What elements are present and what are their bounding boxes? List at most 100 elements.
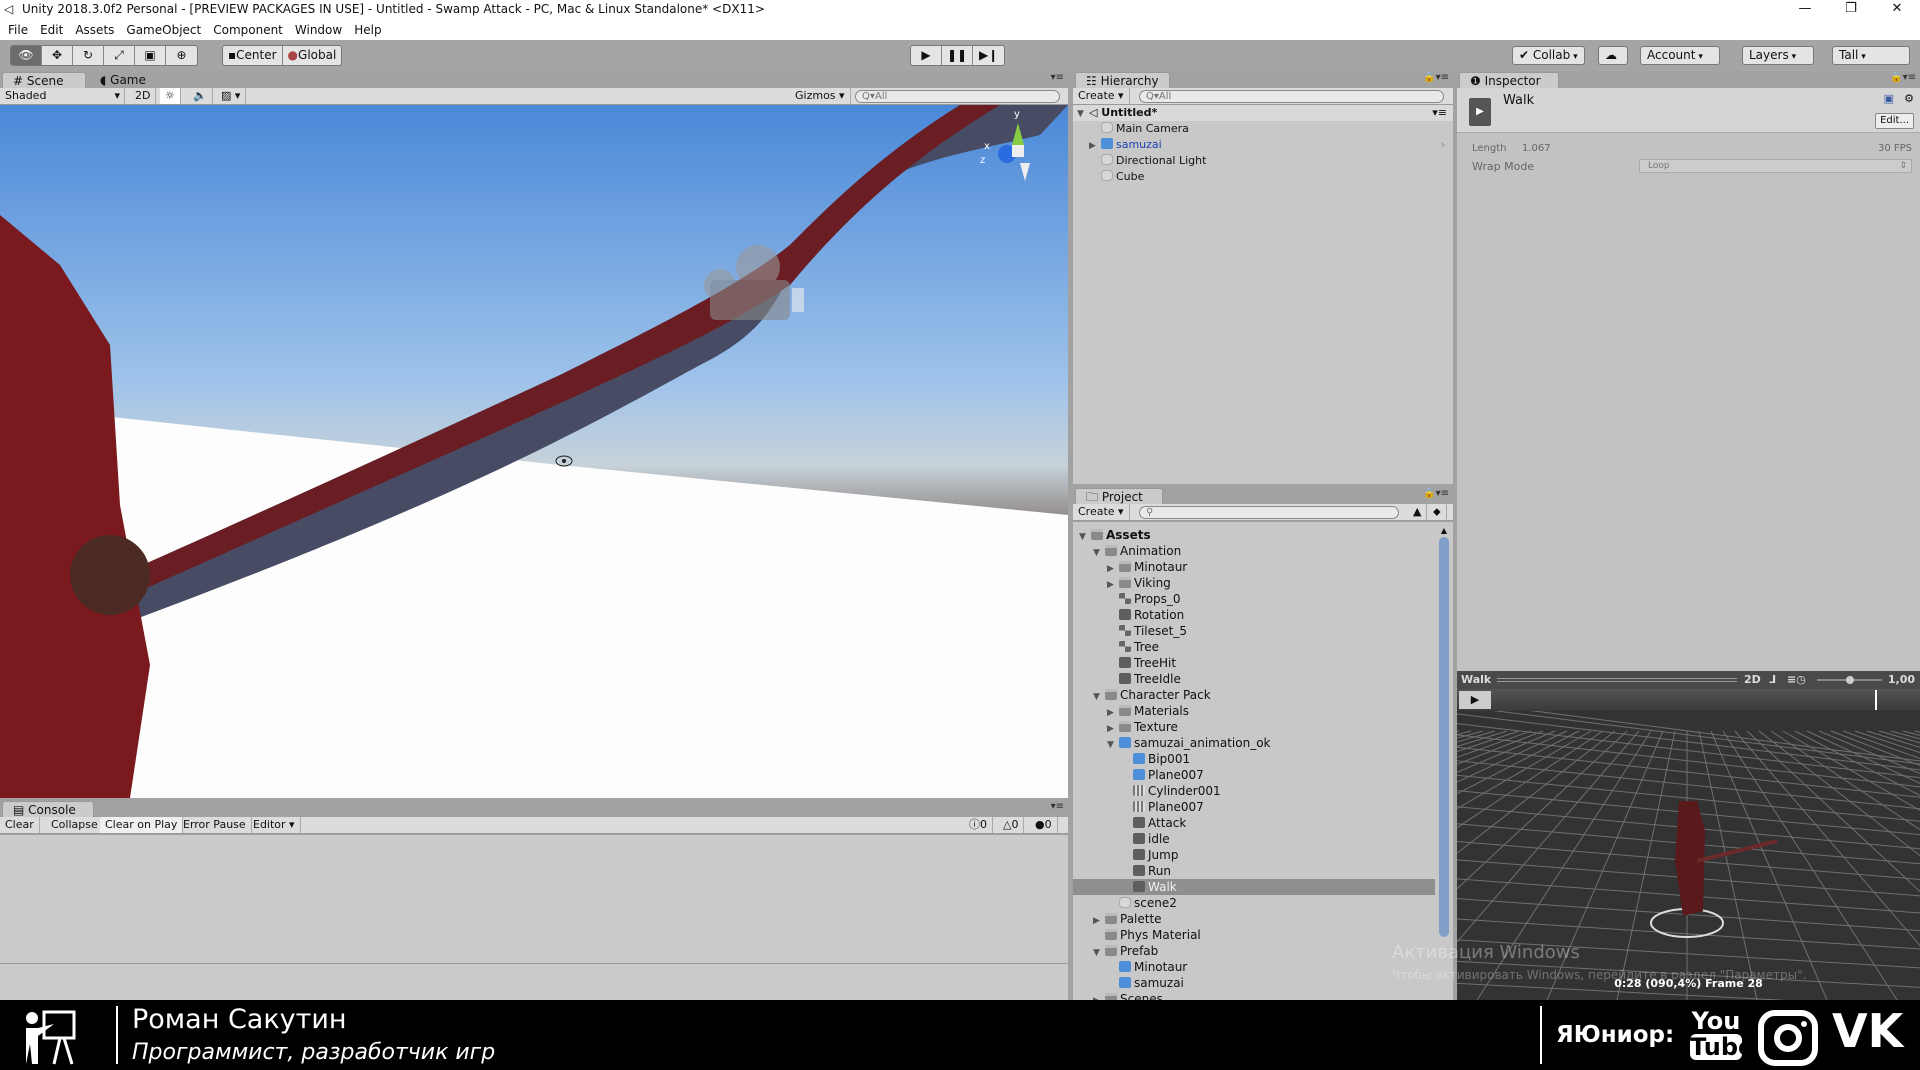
- project-item[interactable]: ▶ Minotaur: [1073, 559, 1435, 575]
- layout-dropdown[interactable]: Tall: [1832, 46, 1910, 65]
- tab-inspector[interactable]: ❶ Inspector: [1459, 72, 1559, 88]
- project-item[interactable]: Phys Material: [1073, 927, 1435, 943]
- project-scrollbar[interactable]: ▲: [1439, 526, 1449, 996]
- tab-scene[interactable]: # Scene: [2, 72, 86, 88]
- shading-dropdown[interactable]: Shaded ▾: [0, 88, 125, 104]
- project-item[interactable]: Jump: [1073, 847, 1435, 863]
- panel-menu-icon[interactable]: ▾≡: [1051, 801, 1064, 812]
- play-button[interactable]: ▶: [911, 46, 942, 65]
- project-item[interactable]: Run: [1073, 863, 1435, 879]
- scene-search-input[interactable]: Q▾All: [855, 90, 1060, 103]
- error-count-toggle[interactable]: ●0: [1030, 817, 1058, 833]
- project-item[interactable]: idle: [1073, 831, 1435, 847]
- scrollbar-thumb[interactable]: [1439, 537, 1449, 937]
- project-item[interactable]: Tree: [1073, 639, 1435, 655]
- panel-menu-icon[interactable]: ▾≡: [1051, 72, 1064, 83]
- 2d-toggle[interactable]: 2D: [130, 88, 157, 104]
- project-item[interactable]: Props_0: [1073, 591, 1435, 607]
- step-button[interactable]: ▶❙: [973, 46, 1004, 65]
- project-item[interactable]: samuzai: [1073, 975, 1435, 991]
- project-item[interactable]: ▼ samuzai_animation_ok: [1073, 735, 1435, 751]
- preview-2d-toggle[interactable]: 2D: [1744, 671, 1761, 689]
- lock-menu-icon[interactable]: 🔒▾≡: [1890, 72, 1916, 83]
- project-search-input[interactable]: ⚲: [1139, 506, 1399, 519]
- project-item[interactable]: Walk: [1073, 879, 1435, 895]
- collapsed-arrow-icon[interactable]: ▶: [1093, 993, 1105, 1000]
- youtube-icon[interactable]: You Tube: [1690, 1008, 1754, 1060]
- project-item[interactable]: Plane007: [1073, 799, 1435, 815]
- scene-root-row[interactable]: ▼ ◁ Untitled* ▾≡: [1073, 105, 1453, 121]
- wrap-mode-dropdown[interactable]: Loop ⇕: [1639, 159, 1912, 173]
- project-item[interactable]: TreeIdle: [1073, 671, 1435, 687]
- console-log-area[interactable]: [0, 835, 1068, 1000]
- tab-console[interactable]: ▤ Console: [2, 801, 94, 817]
- lock-menu-icon[interactable]: 🔒▾≡: [1423, 72, 1449, 83]
- filter-type-icon[interactable]: ▲: [1408, 504, 1428, 520]
- project-item[interactable]: ▶Scenes: [1073, 991, 1435, 1000]
- project-item[interactable]: ▼ Prefab: [1073, 943, 1435, 959]
- audio-toggle-icon[interactable]: 🔈: [188, 88, 213, 104]
- playhead[interactable]: [1875, 690, 1878, 710]
- project-item[interactable]: ▼ Animation: [1073, 543, 1435, 559]
- orientation-gizmo[interactable]: y x z: [980, 109, 1050, 190]
- menu-window[interactable]: Window: [295, 20, 342, 40]
- clear-button[interactable]: Clear: [0, 817, 40, 833]
- scale-tool-icon[interactable]: ⤢: [104, 46, 135, 65]
- tab-game[interactable]: ◖ Game: [90, 72, 156, 88]
- preview-play-button[interactable]: ▶: [1459, 691, 1491, 709]
- collab-dropdown[interactable]: ✔ Collab: [1512, 46, 1585, 65]
- restore-button[interactable]: ❐: [1828, 0, 1874, 20]
- rect-tool-icon[interactable]: ▣: [135, 46, 166, 65]
- project-create-dropdown[interactable]: Create ▾: [1073, 504, 1130, 520]
- project-item[interactable]: Rotation: [1073, 607, 1435, 623]
- menu-component[interactable]: Component: [213, 20, 283, 40]
- hierarchy-create-dropdown[interactable]: Create ▾: [1073, 88, 1130, 104]
- lighting-toggle-icon[interactable]: ☼: [160, 88, 181, 104]
- speed-slider[interactable]: [1817, 676, 1882, 684]
- settings-gear-icon[interactable]: ⚙: [1904, 92, 1914, 105]
- hierarchy-item[interactable]: Main Camera: [1073, 121, 1453, 137]
- warning-count-toggle[interactable]: △0: [998, 817, 1025, 833]
- gizmos-dropdown[interactable]: Gizmos ▾: [790, 88, 851, 104]
- edit-button[interactable]: Edit...: [1875, 113, 1914, 129]
- project-item[interactable]: ▼ Character Pack: [1073, 687, 1435, 703]
- preview-timeline[interactable]: ▶: [1457, 689, 1920, 711]
- layers-dropdown[interactable]: Layers: [1742, 46, 1814, 65]
- collapse-button[interactable]: Collapse: [46, 817, 104, 833]
- menu-help[interactable]: Help: [354, 20, 381, 40]
- account-dropdown[interactable]: Account: [1640, 46, 1720, 65]
- project-item[interactable]: Attack: [1073, 815, 1435, 831]
- project-item[interactable]: ▶ Materials: [1073, 703, 1435, 719]
- effects-dropdown-icon[interactable]: ▨ ▾: [216, 88, 247, 104]
- menu-edit[interactable]: Edit: [40, 20, 63, 40]
- project-item[interactable]: scene2: [1073, 895, 1435, 911]
- project-item[interactable]: ▶ Texture: [1073, 719, 1435, 735]
- move-tool-icon[interactable]: ✥: [42, 46, 73, 65]
- hierarchy-item[interactable]: Cube: [1073, 169, 1453, 185]
- tab-project[interactable]: 🗀 Project: [1075, 488, 1163, 504]
- clear-on-play-button[interactable]: Clear on Play: [100, 817, 184, 833]
- preview-drag-handle[interactable]: [1497, 678, 1737, 682]
- cloud-button[interactable]: ☁: [1598, 46, 1628, 65]
- tab-hierarchy[interactable]: ☷ Hierarchy: [1075, 72, 1170, 88]
- scene-view[interactable]: y x z: [0, 105, 1068, 798]
- minimize-button[interactable]: —: [1782, 0, 1828, 20]
- vk-icon[interactable]: VK: [1832, 1004, 1903, 1058]
- close-button[interactable]: ✕: [1874, 0, 1920, 20]
- filter-label-icon[interactable]: ⬥: [1428, 504, 1447, 520]
- hierarchy-item[interactable]: ▶ samuzai ›: [1073, 137, 1453, 153]
- project-item[interactable]: Cylinder001: [1073, 783, 1435, 799]
- instagram-icon[interactable]: [1758, 1010, 1818, 1066]
- menu-file[interactable]: File: [8, 20, 28, 40]
- space-global-button[interactable]: ●Global: [283, 46, 342, 65]
- project-item[interactable]: Tileset_5: [1073, 623, 1435, 639]
- project-item[interactable]: ▼ Assets: [1073, 527, 1435, 543]
- project-item[interactable]: Minotaur: [1073, 959, 1435, 975]
- project-item[interactable]: TreeHit: [1073, 655, 1435, 671]
- rotate-tool-icon[interactable]: ↻: [73, 46, 104, 65]
- lock-menu-icon[interactable]: 🔒▾≡: [1423, 488, 1449, 499]
- menu-assets[interactable]: Assets: [75, 20, 114, 40]
- pivot-toggle-icon[interactable]: ⅃: [1769, 671, 1776, 689]
- pause-button[interactable]: ❚❚: [942, 46, 974, 65]
- transform-tool-icon[interactable]: ⊕: [166, 46, 197, 65]
